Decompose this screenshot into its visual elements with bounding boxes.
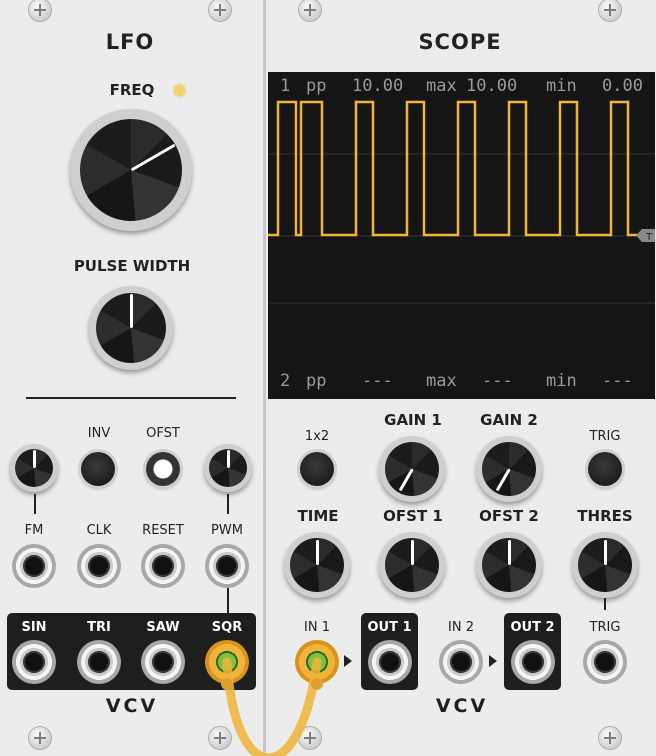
- patch-cable[interactable]: [0, 0, 656, 756]
- rack: LFO FREQ PULSE WIDTH INV OFST FM CLK RES…: [0, 0, 656, 756]
